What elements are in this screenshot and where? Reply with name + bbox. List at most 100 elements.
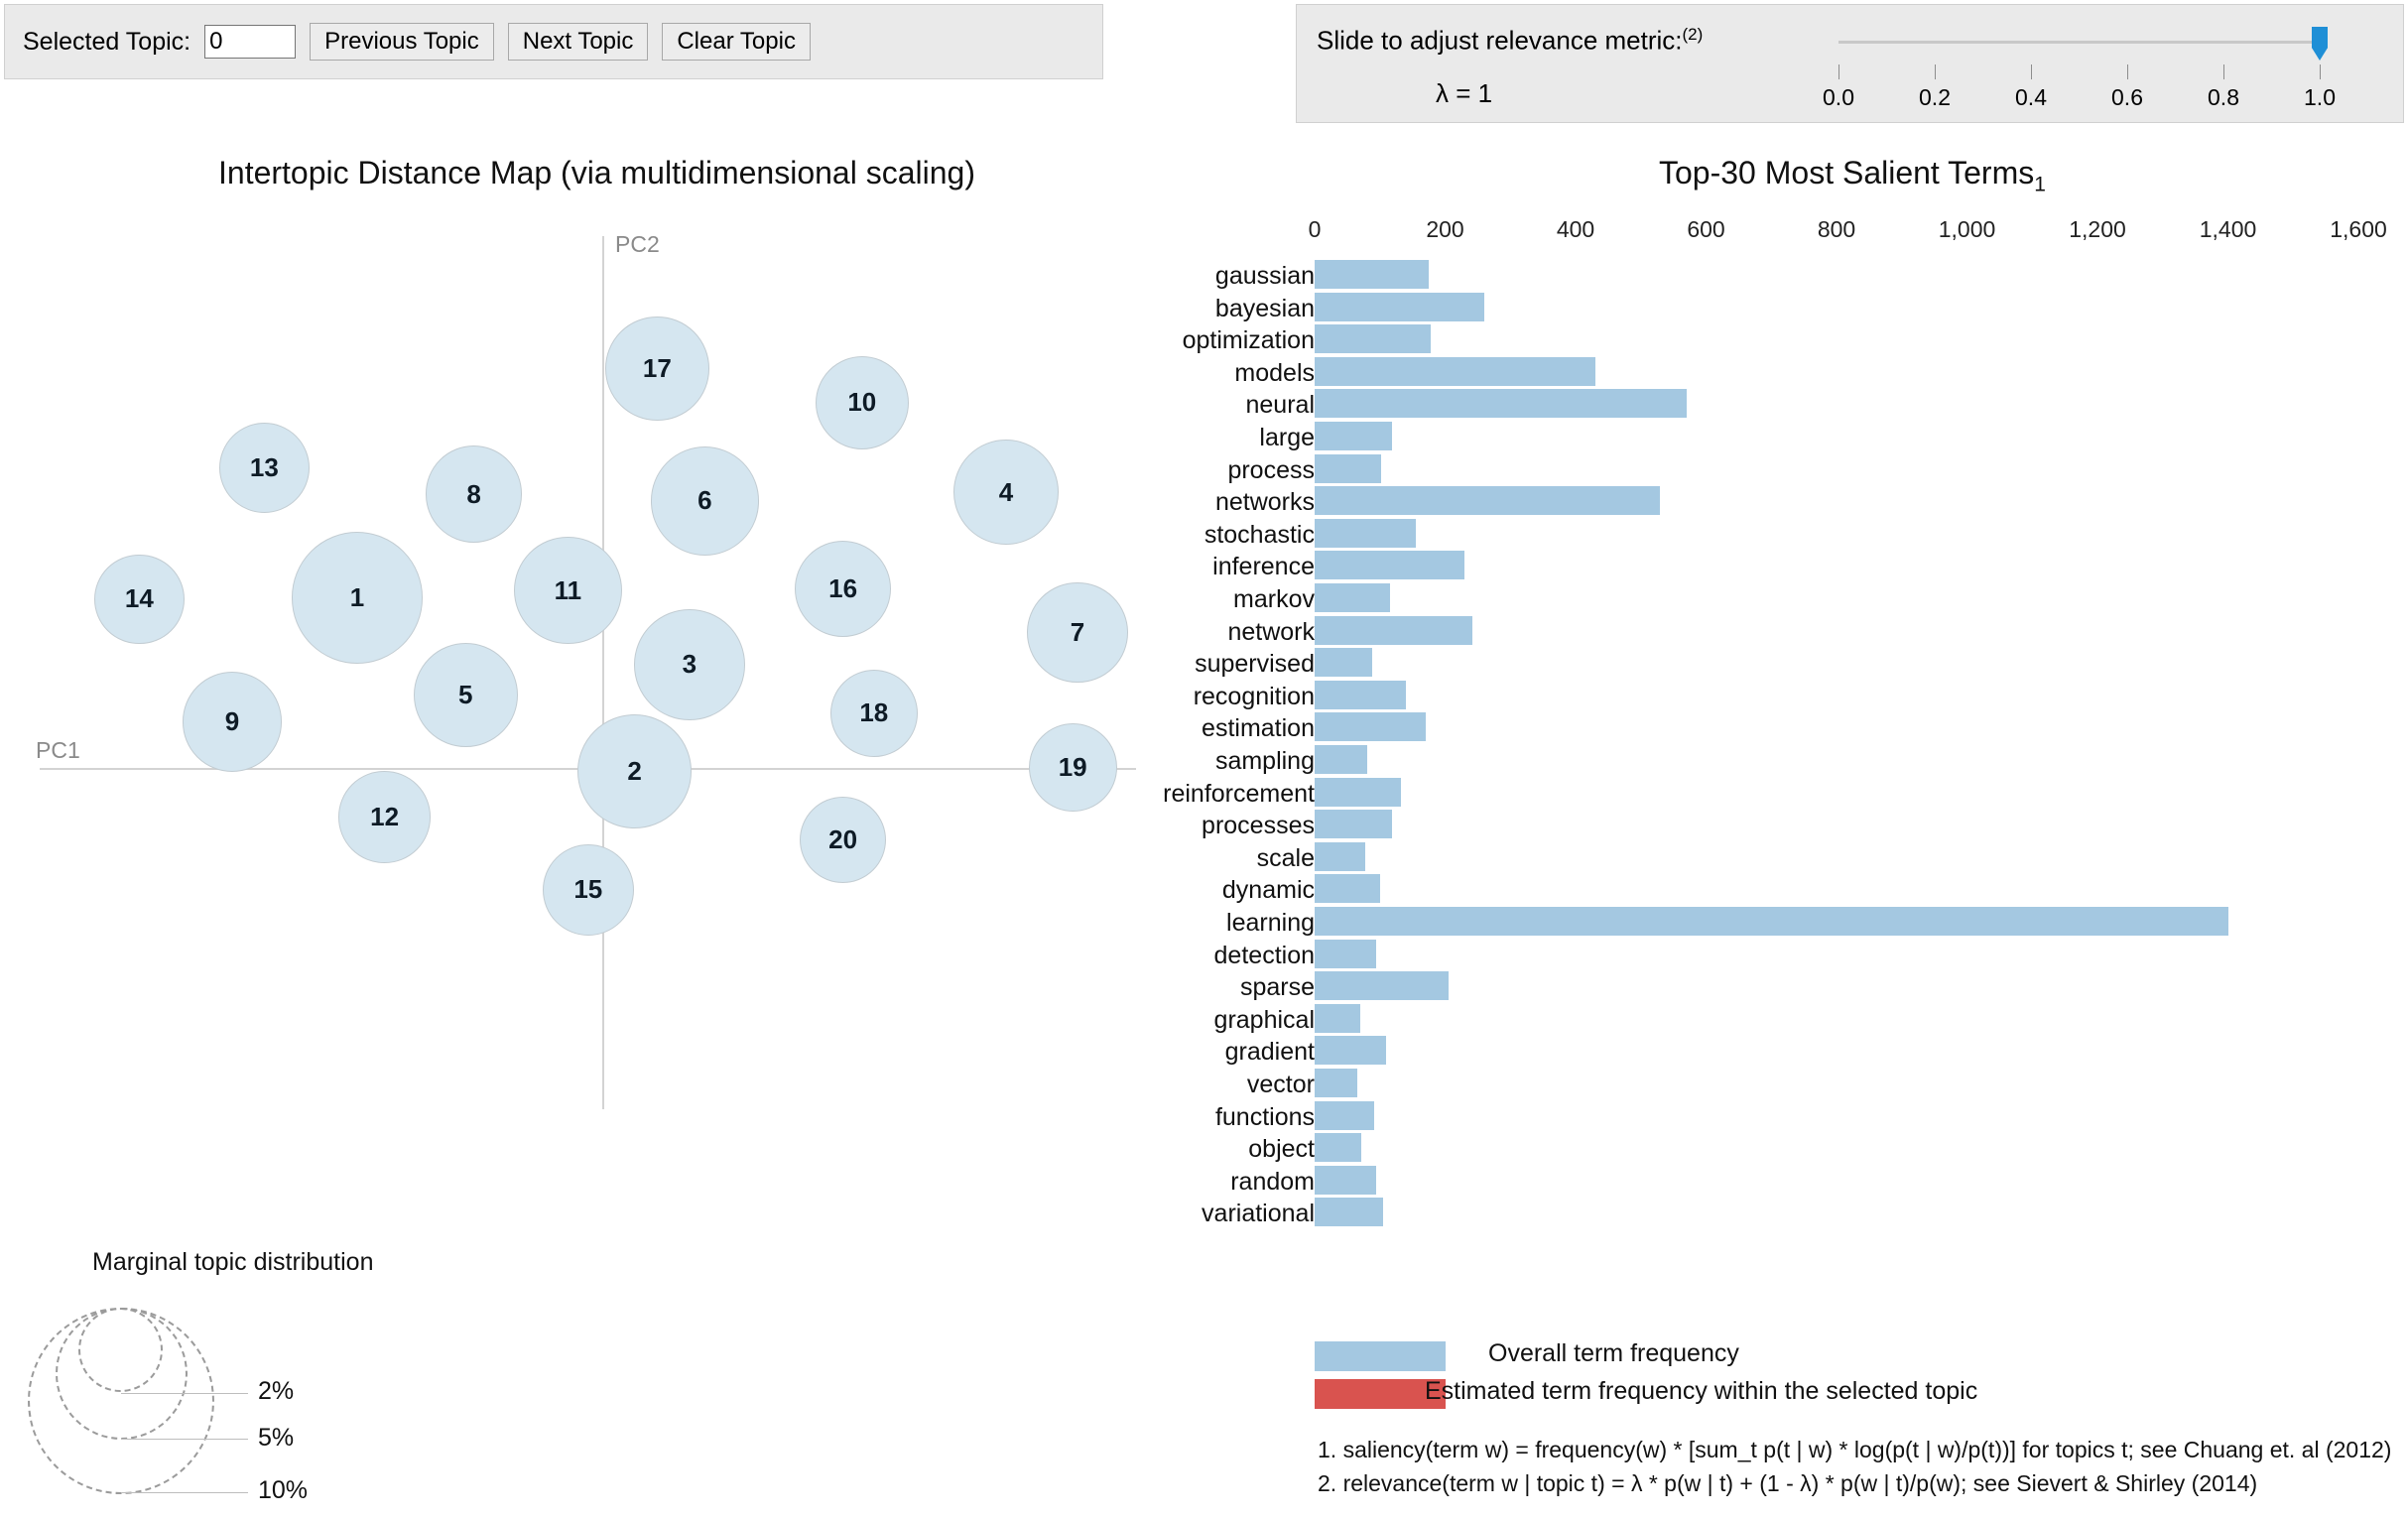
topic-bubble-11[interactable]: 11: [514, 536, 622, 645]
topic-bubble-5[interactable]: 5: [413, 643, 518, 748]
term-label-models[interactable]: models: [1234, 359, 1315, 388]
term-bar-row[interactable]: processes: [1191, 810, 2408, 842]
term-bar-row[interactable]: functions: [1191, 1100, 2408, 1134]
lambda-slider-track[interactable]: [1838, 41, 2320, 44]
term-bar-random[interactable]: [1315, 1165, 1377, 1195]
topic-bubble-6[interactable]: 6: [650, 446, 760, 556]
topic-bubble-10[interactable]: 10: [815, 355, 909, 450]
term-bar-row[interactable]: object: [1191, 1133, 2408, 1166]
term-bar-row[interactable]: learning: [1191, 907, 2408, 940]
term-bar-row[interactable]: networks: [1191, 486, 2408, 519]
term-label-supervised[interactable]: supervised: [1195, 650, 1315, 679]
term-bar-scale[interactable]: [1315, 841, 1366, 871]
term-bar-row[interactable]: process: [1191, 453, 2408, 487]
term-bar-large[interactable]: [1315, 422, 1392, 450]
term-label-variational[interactable]: variational: [1202, 1200, 1315, 1228]
term-label-functions[interactable]: functions: [1215, 1103, 1315, 1132]
term-bar-neural[interactable]: [1315, 389, 1687, 419]
term-label-gaussian[interactable]: gaussian: [1215, 262, 1315, 291]
term-label-learning[interactable]: learning: [1226, 909, 1315, 938]
topic-bubble-14[interactable]: 14: [94, 554, 185, 644]
topic-bubble-8[interactable]: 8: [425, 445, 523, 543]
term-bar-row[interactable]: bayesian: [1191, 292, 2408, 325]
term-bar-row[interactable]: large: [1191, 422, 2408, 454]
term-bar-models[interactable]: [1315, 356, 1595, 386]
term-bar-reinforcement[interactable]: [1315, 777, 1401, 807]
term-bar-variational[interactable]: [1315, 1198, 1384, 1227]
topic-bubble-1[interactable]: 1: [291, 532, 424, 665]
term-bar-row[interactable]: sampling: [1191, 745, 2408, 778]
term-label-sparse[interactable]: sparse: [1240, 973, 1315, 1002]
term-label-vector[interactable]: vector: [1247, 1071, 1315, 1099]
previous-topic-button[interactable]: Previous Topic: [310, 23, 494, 61]
term-bar-optimization[interactable]: [1315, 324, 1432, 354]
term-bar-inference[interactable]: [1315, 551, 1465, 580]
next-topic-button[interactable]: Next Topic: [507, 23, 649, 61]
topic-bubble-15[interactable]: 15: [542, 843, 634, 936]
topic-bubble-3[interactable]: 3: [634, 609, 745, 720]
term-label-object[interactable]: object: [1248, 1135, 1315, 1164]
term-bar-process[interactable]: [1315, 453, 1382, 483]
term-bar-row[interactable]: detection: [1191, 939, 2408, 972]
term-label-sampling[interactable]: sampling: [1215, 747, 1315, 776]
term-bar-networks[interactable]: [1315, 486, 1661, 516]
term-bar-recognition[interactable]: [1315, 680, 1407, 709]
term-bar-sampling[interactable]: [1315, 745, 1367, 774]
term-label-network[interactable]: network: [1227, 618, 1315, 647]
term-bar-row[interactable]: markov: [1191, 583, 2408, 616]
term-label-graphical[interactable]: graphical: [1214, 1006, 1315, 1035]
topic-bubble-13[interactable]: 13: [218, 422, 310, 513]
term-label-optimization[interactable]: optimization: [1183, 326, 1315, 355]
term-label-process[interactable]: process: [1227, 456, 1315, 485]
topic-bubble-17[interactable]: 17: [605, 317, 709, 421]
term-bar-gradient[interactable]: [1315, 1036, 1387, 1066]
topic-bubble-7[interactable]: 7: [1027, 581, 1128, 683]
term-bar-row[interactable]: estimation: [1191, 712, 2408, 745]
term-bar-row[interactable]: graphical: [1191, 1003, 2408, 1037]
term-bar-row[interactable]: recognition: [1191, 680, 2408, 713]
term-bar-network[interactable]: [1315, 615, 1473, 645]
topic-bubble-12[interactable]: 12: [338, 771, 431, 863]
term-bar-row[interactable]: models: [1191, 356, 2408, 390]
term-label-random[interactable]: random: [1230, 1168, 1315, 1197]
term-label-large[interactable]: large: [1259, 424, 1315, 452]
term-label-estimation[interactable]: estimation: [1202, 714, 1315, 743]
topic-bubble-16[interactable]: 16: [795, 540, 892, 637]
term-bar-row[interactable]: variational: [1191, 1198, 2408, 1230]
term-bar-row[interactable]: gradient: [1191, 1036, 2408, 1069]
term-label-gradient[interactable]: gradient: [1225, 1038, 1315, 1067]
term-bar-object[interactable]: [1315, 1133, 1362, 1163]
term-label-processes[interactable]: processes: [1202, 812, 1315, 840]
term-label-networks[interactable]: networks: [1215, 488, 1315, 517]
clear-topic-button[interactable]: Clear Topic: [662, 23, 811, 61]
term-label-detection[interactable]: detection: [1214, 942, 1315, 970]
term-bar-row[interactable]: scale: [1191, 841, 2408, 875]
term-bar-row[interactable]: inference: [1191, 551, 2408, 583]
term-bar-estimation[interactable]: [1315, 712, 1426, 742]
term-bar-dynamic[interactable]: [1315, 874, 1380, 904]
term-bar-functions[interactable]: [1315, 1100, 1375, 1130]
term-bar-stochastic[interactable]: [1315, 518, 1416, 548]
term-bar-gaussian[interactable]: [1315, 260, 1430, 289]
topic-bubble-9[interactable]: 9: [182, 672, 283, 772]
term-bar-row[interactable]: reinforcement: [1163, 777, 2408, 811]
term-bar-vector[interactable]: [1315, 1069, 1357, 1097]
topic-bubble-18[interactable]: 18: [829, 669, 919, 758]
term-label-recognition[interactable]: recognition: [1194, 683, 1315, 711]
term-bar-row[interactable]: network: [1191, 615, 2408, 649]
lambda-slider-handle[interactable]: [2312, 27, 2328, 61]
term-bar-row[interactable]: random: [1191, 1165, 2408, 1199]
term-label-inference[interactable]: inference: [1212, 553, 1315, 581]
term-bar-row[interactable]: dynamic: [1191, 874, 2408, 907]
term-bar-processes[interactable]: [1315, 810, 1392, 839]
term-bar-row[interactable]: neural: [1191, 389, 2408, 422]
topic-bubble-20[interactable]: 20: [799, 796, 887, 884]
term-bar-row[interactable]: supervised: [1191, 648, 2408, 681]
term-bar-row[interactable]: stochastic: [1191, 518, 2408, 552]
topic-bubble-19[interactable]: 19: [1028, 723, 1117, 813]
topic-bubble-4[interactable]: 4: [953, 440, 1059, 546]
topic-bubble-2[interactable]: 2: [577, 714, 692, 828]
term-bar-row[interactable]: gaussian: [1191, 260, 2408, 293]
term-bar-row[interactable]: vector: [1191, 1069, 2408, 1101]
term-bar-graphical[interactable]: [1315, 1003, 1361, 1033]
